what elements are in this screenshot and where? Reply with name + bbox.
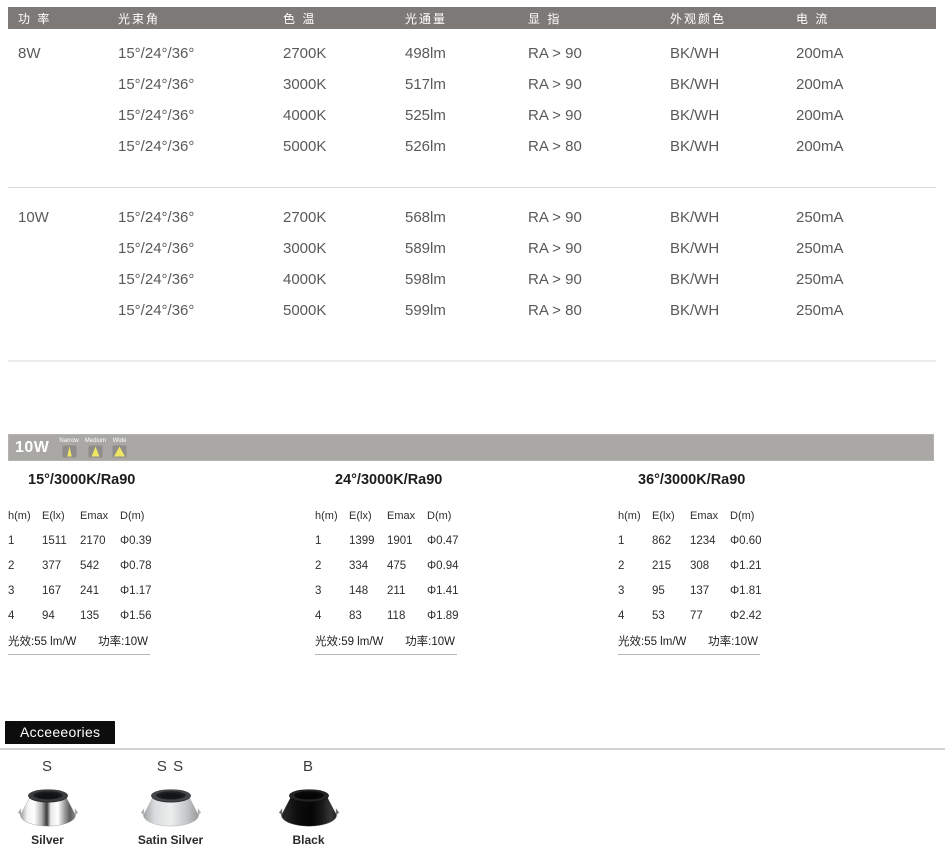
- col-header-current: 电 流: [796, 10, 936, 27]
- black-reflector-image: [277, 780, 341, 830]
- photometric-table-15deg: 15°/3000K/Ra90 h(m) E(lx) Emax D(m) 1 15…: [8, 470, 168, 655]
- beam-wide-icon: [112, 445, 127, 458]
- spec-group-10w: 10W 15°/24°/36° 2700K 568lm RA > 90 BK/W…: [8, 202, 936, 326]
- col-header-flux: 光通量: [405, 10, 528, 27]
- accessory-satin-silver: S S Satin Silver: [128, 758, 213, 847]
- photometric-table-title: 15°/3000K/Ra90: [28, 472, 168, 488]
- accessories-divider: [0, 748, 945, 750]
- photometric-footer: 光效:55 lm/W 功率:10W: [618, 629, 760, 655]
- table-row: 15°/24°/36° 4000K 525lm RA > 90 BK/WH 20…: [8, 100, 936, 131]
- efficacy-value: 光效:55 lm/W: [618, 633, 686, 649]
- section-divider: [8, 360, 936, 362]
- beam-medium: Medium: [85, 438, 106, 458]
- power-value: 功率:10W: [405, 633, 455, 649]
- accessory-code: S: [42, 758, 53, 778]
- photometric-table-24deg: 24°/3000K/Ra90 h(m) E(lx) Emax D(m) 1 13…: [315, 470, 475, 655]
- table-row: 15°/24°/36° 5000K 526lm RA > 80 BK/WH 20…: [8, 131, 936, 162]
- table-row: 15°/24°/36° 3000K 517lm RA > 90 BK/WH 20…: [8, 69, 936, 100]
- beam-narrow-icon: [62, 445, 77, 458]
- photometric-table-title: 24°/3000K/Ra90: [335, 472, 475, 488]
- table-row: 10W 15°/24°/36° 2700K 568lm RA > 90 BK/W…: [8, 202, 936, 233]
- accessory-black: B Black: [266, 758, 351, 847]
- photometric-section-bar: 10W Narrow Medium Wide: [8, 434, 934, 461]
- beam-medium-icon: [88, 445, 103, 458]
- photometric-footer: 光效:59 lm/W 功率:10W: [315, 629, 457, 655]
- table-row: 15°/24°/36° 5000K 599lm RA > 80 BK/WH 25…: [8, 295, 936, 326]
- table-row: 15°/24°/36° 4000K 598lm RA > 90 BK/WH 25…: [8, 264, 936, 295]
- accessory-silver: S Silver: [5, 758, 90, 847]
- accessory-code: S S: [157, 758, 184, 778]
- photometric-power-label: 10W: [15, 439, 49, 457]
- accessory-label: Silver: [31, 833, 64, 847]
- efficacy-value: 光效:59 lm/W: [315, 633, 383, 649]
- photometric-table-36deg: 36°/3000K/Ra90 h(m) E(lx) Emax D(m) 1 86…: [618, 470, 778, 655]
- power-value: 10W: [18, 209, 118, 226]
- photometric-footer: 光效:55 lm/W 功率:10W: [8, 629, 150, 655]
- photometric-table-title: 36°/3000K/Ra90: [638, 472, 778, 488]
- accessories-title-badge: Acceeeories: [5, 721, 115, 744]
- spec-sheet-page: 功 率 光束角 色 温 光通量 显 指 外观颜色 电 流 8W 15°/24°/…: [0, 0, 945, 862]
- beam-narrow: Narrow: [59, 438, 78, 458]
- efficacy-value: 光效:55 lm/W: [8, 633, 76, 649]
- col-header-cri: 显 指: [528, 10, 670, 27]
- spec-group-8w: 8W 15°/24°/36° 2700K 498lm RA > 90 BK/WH…: [8, 38, 936, 162]
- silver-reflector-image: [16, 780, 80, 830]
- beam-wide: Wide: [112, 438, 127, 458]
- col-header-power: 功 率: [18, 10, 118, 27]
- accessory-label: Black: [292, 833, 324, 847]
- table-row: 8W 15°/24°/36° 2700K 498lm RA > 90 BK/WH…: [8, 38, 936, 69]
- table-row: 15°/24°/36° 3000K 589lm RA > 90 BK/WH 25…: [8, 233, 936, 264]
- power-value: 功率:10W: [98, 633, 148, 649]
- group-divider: [8, 187, 936, 188]
- accessory-code: B: [303, 758, 314, 778]
- power-value: 8W: [18, 45, 118, 62]
- col-header-cct: 色 温: [283, 10, 405, 27]
- col-header-beam-angle: 光束角: [118, 10, 283, 27]
- satin-silver-reflector-image: [139, 780, 203, 830]
- spec-table-header: 功 率 光束角 色 温 光通量 显 指 外观颜色 电 流: [8, 7, 936, 29]
- accessory-label: Satin Silver: [138, 833, 203, 847]
- power-value: 功率:10W: [708, 633, 758, 649]
- col-header-finish: 外观颜色: [670, 10, 796, 27]
